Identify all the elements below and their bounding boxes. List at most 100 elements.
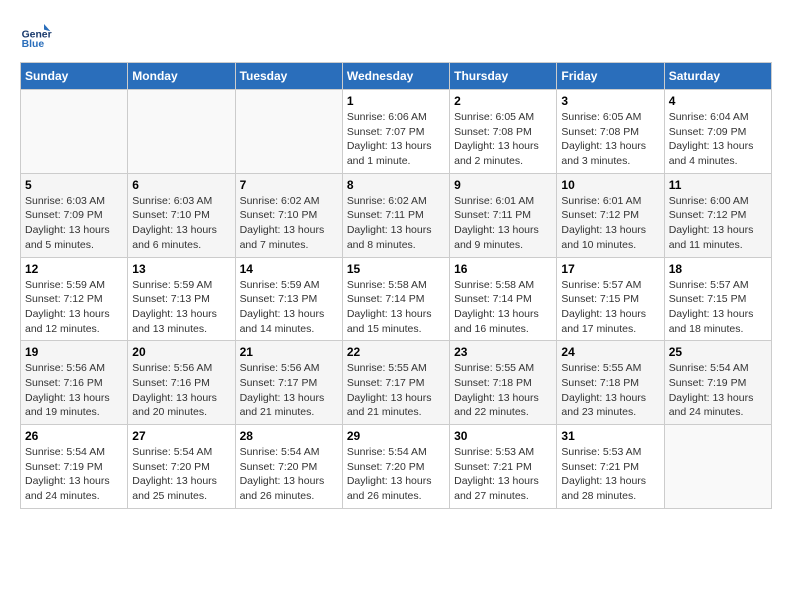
day-info: Sunrise: 5:59 AM <box>132 278 230 293</box>
day-info: Sunrise: 6:05 AM <box>454 110 552 125</box>
day-info: Sunset: 7:12 PM <box>25 292 123 307</box>
calendar-week-row: 12Sunrise: 5:59 AMSunset: 7:12 PMDayligh… <box>21 257 772 341</box>
day-info: Sunset: 7:15 PM <box>561 292 659 307</box>
day-info: Daylight: 13 hours and 24 minutes. <box>25 474 123 503</box>
day-info: Sunrise: 6:04 AM <box>669 110 767 125</box>
day-number: 17 <box>561 262 659 276</box>
day-info: Sunrise: 6:00 AM <box>669 194 767 209</box>
calendar-cell: 31Sunrise: 5:53 AMSunset: 7:21 PMDayligh… <box>557 425 664 509</box>
day-info: Sunrise: 5:57 AM <box>561 278 659 293</box>
day-info: Sunset: 7:13 PM <box>240 292 338 307</box>
day-info: Sunset: 7:20 PM <box>347 460 445 475</box>
day-info: Sunrise: 5:54 AM <box>240 445 338 460</box>
calendar-cell: 17Sunrise: 5:57 AMSunset: 7:15 PMDayligh… <box>557 257 664 341</box>
calendar-cell <box>235 90 342 174</box>
day-number: 15 <box>347 262 445 276</box>
weekday-header: Sunday <box>21 63 128 90</box>
day-info: Sunrise: 5:56 AM <box>132 361 230 376</box>
day-info: Daylight: 13 hours and 26 minutes. <box>347 474 445 503</box>
day-info: Daylight: 13 hours and 7 minutes. <box>240 223 338 252</box>
day-info: Daylight: 13 hours and 3 minutes. <box>561 139 659 168</box>
day-info: Daylight: 13 hours and 27 minutes. <box>454 474 552 503</box>
day-number: 2 <box>454 94 552 108</box>
day-info: Sunrise: 5:54 AM <box>347 445 445 460</box>
day-info: Sunrise: 5:55 AM <box>561 361 659 376</box>
calendar-week-row: 5Sunrise: 6:03 AMSunset: 7:09 PMDaylight… <box>21 173 772 257</box>
calendar-cell: 29 Sunrise: 5:54 AMSunset: 7:20 PMDayligh… <box>342 425 449 509</box>
day-number: 29 <box>347 429 445 443</box>
calendar-week-row: 1Sunrise: 6:06 AMSunset: 7:07 PMDaylight… <box>21 90 772 174</box>
day-info: Daylight: 13 hours and 25 minutes. <box>132 474 230 503</box>
day-number: 3 <box>561 94 659 108</box>
day-info: Daylight: 13 hours and 1 minute. <box>347 139 445 168</box>
day-info: Daylight: 13 hours and 8 minutes. <box>347 223 445 252</box>
day-info: Sunrise: 6:03 AM <box>132 194 230 209</box>
calendar-cell: 12Sunrise: 5:59 AMSunset: 7:12 PMDayligh… <box>21 257 128 341</box>
weekday-header: Saturday <box>664 63 771 90</box>
day-info: Sunset: 7:14 PM <box>454 292 552 307</box>
calendar-week-row: 19Sunrise: 5:56 AMSunset: 7:16 PMDayligh… <box>21 341 772 425</box>
calendar-cell <box>664 425 771 509</box>
day-info: Daylight: 13 hours and 13 minutes. <box>132 307 230 336</box>
calendar-cell: 21Sunrise: 5:56 AMSunset: 7:17 PMDayligh… <box>235 341 342 425</box>
day-info: Sunrise: 5:59 AM <box>25 278 123 293</box>
calendar-cell: 19Sunrise: 5:56 AMSunset: 7:16 PMDayligh… <box>21 341 128 425</box>
day-info: Sunrise: 5:53 AM <box>454 445 552 460</box>
day-info: Daylight: 13 hours and 16 minutes. <box>454 307 552 336</box>
day-number: 19 <box>25 345 123 359</box>
day-info: Daylight: 13 hours and 21 minutes. <box>347 391 445 420</box>
day-number: 8 <box>347 178 445 192</box>
calendar-cell: 13Sunrise: 5:59 AMSunset: 7:13 PMDayligh… <box>128 257 235 341</box>
calendar-cell: 2Sunrise: 6:05 AMSunset: 7:08 PMDaylight… <box>450 90 557 174</box>
day-info: Daylight: 13 hours and 9 minutes. <box>454 223 552 252</box>
day-info: Sunrise: 6:02 AM <box>240 194 338 209</box>
day-info: Sunset: 7:19 PM <box>25 460 123 475</box>
day-info: Daylight: 13 hours and 5 minutes. <box>25 223 123 252</box>
day-info: Sunset: 7:20 PM <box>132 460 230 475</box>
day-info: Sunset: 7:17 PM <box>347 376 445 391</box>
svg-text:Blue: Blue <box>22 39 45 50</box>
day-number: 1 <box>347 94 445 108</box>
day-info: Sunrise: 5:53 AM <box>561 445 659 460</box>
day-info: Sunset: 7:13 PM <box>132 292 230 307</box>
day-info: Sunset: 7:16 PM <box>132 376 230 391</box>
weekday-header: Friday <box>557 63 664 90</box>
day-info: Sunrise: 6:01 AM <box>561 194 659 209</box>
day-info: Daylight: 13 hours and 15 minutes. <box>347 307 445 336</box>
day-info: Sunset: 7:08 PM <box>561 125 659 140</box>
day-info: Daylight: 13 hours and 22 minutes. <box>454 391 552 420</box>
day-number: 6 <box>132 178 230 192</box>
day-info: Sunrise: 6:05 AM <box>561 110 659 125</box>
calendar-cell: 15Sunrise: 5:58 AMSunset: 7:14 PMDayligh… <box>342 257 449 341</box>
day-info: Sunset: 7:19 PM <box>669 376 767 391</box>
day-info: Daylight: 13 hours and 4 minutes. <box>669 139 767 168</box>
day-info: Sunrise: 6:06 AM <box>347 110 445 125</box>
day-number: 9 <box>454 178 552 192</box>
day-number: 23 <box>454 345 552 359</box>
calendar-cell: 28Sunrise: 5:54 AMSunset: 7:20 PMDayligh… <box>235 425 342 509</box>
day-info: Sunset: 7:10 PM <box>240 208 338 223</box>
logo-icon: General Blue <box>20 20 52 52</box>
day-info: Daylight: 13 hours and 28 minutes. <box>561 474 659 503</box>
day-info: Daylight: 13 hours and 14 minutes. <box>240 307 338 336</box>
day-info: Sunset: 7:16 PM <box>25 376 123 391</box>
day-number: 18 <box>669 262 767 276</box>
day-info: Sunrise: 5:54 AM <box>25 445 123 460</box>
day-info: Sunset: 7:18 PM <box>454 376 552 391</box>
calendar-cell: 16Sunrise: 5:58 AMSunset: 7:14 PMDayligh… <box>450 257 557 341</box>
day-info: Daylight: 13 hours and 26 minutes. <box>240 474 338 503</box>
day-info: Sunset: 7:09 PM <box>669 125 767 140</box>
day-info: Sunset: 7:12 PM <box>561 208 659 223</box>
day-info: Sunrise: 5:58 AM <box>347 278 445 293</box>
day-info: Sunrise: 5:54 AM <box>669 361 767 376</box>
day-number: 31 <box>561 429 659 443</box>
day-info: Daylight: 13 hours and 21 minutes. <box>240 391 338 420</box>
day-number: 14 <box>240 262 338 276</box>
day-info: Sunset: 7:21 PM <box>454 460 552 475</box>
day-info: Daylight: 13 hours and 18 minutes. <box>669 307 767 336</box>
day-number: 21 <box>240 345 338 359</box>
calendar-body: 1Sunrise: 6:06 AMSunset: 7:07 PMDaylight… <box>21 90 772 509</box>
day-number: 24 <box>561 345 659 359</box>
day-info: Daylight: 13 hours and 24 minutes. <box>669 391 767 420</box>
day-number: 11 <box>669 178 767 192</box>
